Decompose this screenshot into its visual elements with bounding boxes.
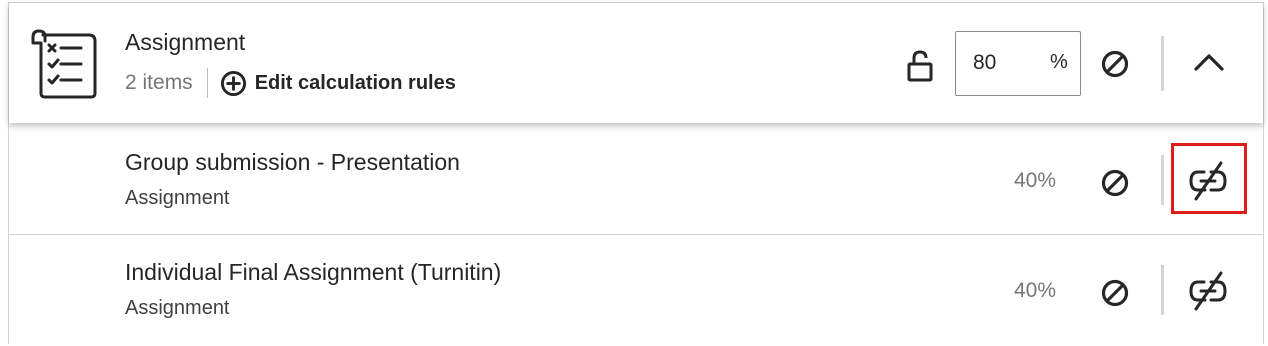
divider: [1161, 36, 1164, 91]
item-weight: 40%: [1014, 279, 1057, 302]
category-title: Assignment: [125, 29, 246, 55]
prohibited-icon[interactable]: [1100, 49, 1130, 79]
broken-link-icon[interactable]: [1183, 269, 1233, 313]
list-item: Individual Final Assignment (Turnitin) A…: [9, 235, 1263, 345]
list-item: Group submission - Presentation Assignme…: [9, 125, 1263, 235]
edit-calculation-rules-label: Edit calculation rules: [254, 71, 456, 94]
category-header: Assignment 2 items Edit calculation rule…: [9, 3, 1263, 123]
item-type: Assignment: [125, 297, 230, 319]
prohibited-icon[interactable]: [1100, 168, 1130, 198]
category-weight-input[interactable]: 80 %: [955, 31, 1081, 96]
prohibited-icon[interactable]: [1100, 278, 1130, 308]
item-type: Assignment: [125, 187, 230, 209]
weight-percent-sign: %: [1050, 51, 1068, 73]
category-subline: 2 items Edit calculation rules: [125, 67, 456, 99]
unlocked-padlock-icon[interactable]: [905, 49, 935, 83]
divider: [1161, 265, 1164, 315]
add-circle-icon: [220, 70, 246, 96]
divider: [206, 68, 208, 98]
highlight-box: [1171, 143, 1247, 214]
chevron-up-icon[interactable]: [1193, 51, 1225, 73]
item-title: Individual Final Assignment (Turnitin): [125, 259, 502, 285]
assignment-checklist-icon: [31, 29, 97, 99]
divider: [1161, 155, 1164, 205]
weight-value[interactable]: 80: [973, 51, 996, 75]
item-weight: 40%: [1014, 169, 1057, 192]
edit-calculation-rules-button[interactable]: Edit calculation rules: [220, 70, 456, 97]
item-title: Group submission - Presentation: [125, 149, 460, 175]
items-count: 2 items: [125, 71, 193, 94]
gradebook-category-panel: Assignment 2 items Edit calculation rule…: [8, 2, 1264, 345]
